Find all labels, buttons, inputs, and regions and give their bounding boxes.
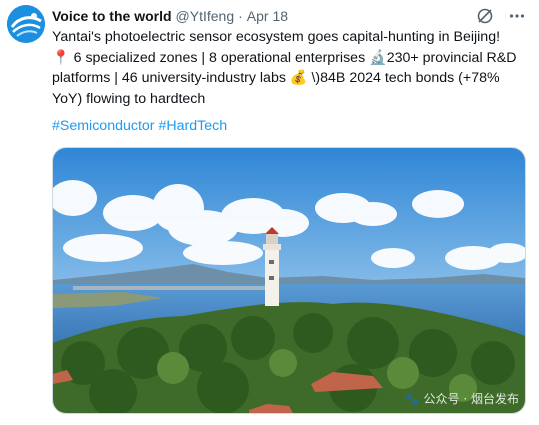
tweet-photo[interactable]: 🐾 公众号 · 烟台发布: [52, 147, 526, 414]
header-actions: [475, 6, 527, 26]
tweet: Voice to the world @YtIfeng · Apr 18 Yan…: [0, 0, 539, 425]
tweet-text: Yantai's photoelectric sensor ecosystem …: [52, 27, 522, 109]
image-watermark: 🐾 公众号 · 烟台发布: [404, 392, 519, 406]
tweet-header: Voice to the world @YtIfeng · Apr 18: [52, 6, 527, 26]
tweet-text-line: platforms | 46 university-industry labs …: [52, 70, 500, 86]
hashtag-link[interactable]: #HardTech: [158, 118, 227, 134]
hashtag-link[interactable]: #Semiconductor: [52, 118, 155, 134]
lighthouse-photo: [53, 148, 525, 413]
grok-icon[interactable]: [475, 6, 495, 26]
avatar[interactable]: [7, 5, 45, 43]
author-handle[interactable]: @YtIfeng: [176, 8, 235, 24]
tweet-text-line: Yantai's photoelectric sensor ecosystem …: [52, 29, 501, 45]
separator-dot: ·: [238, 8, 243, 24]
more-icon[interactable]: [507, 6, 527, 26]
hashtags: #Semiconductor #HardTech: [52, 118, 227, 134]
globe-logo-icon: [7, 5, 45, 43]
post-date[interactable]: Apr 18: [247, 8, 288, 24]
tweet-text-line: 📍 6 specialized zones | 8 operational en…: [52, 49, 517, 66]
author-name[interactable]: Voice to the world: [52, 8, 172, 24]
tweet-text-line: YoY) flowing to hardtech: [52, 90, 206, 107]
